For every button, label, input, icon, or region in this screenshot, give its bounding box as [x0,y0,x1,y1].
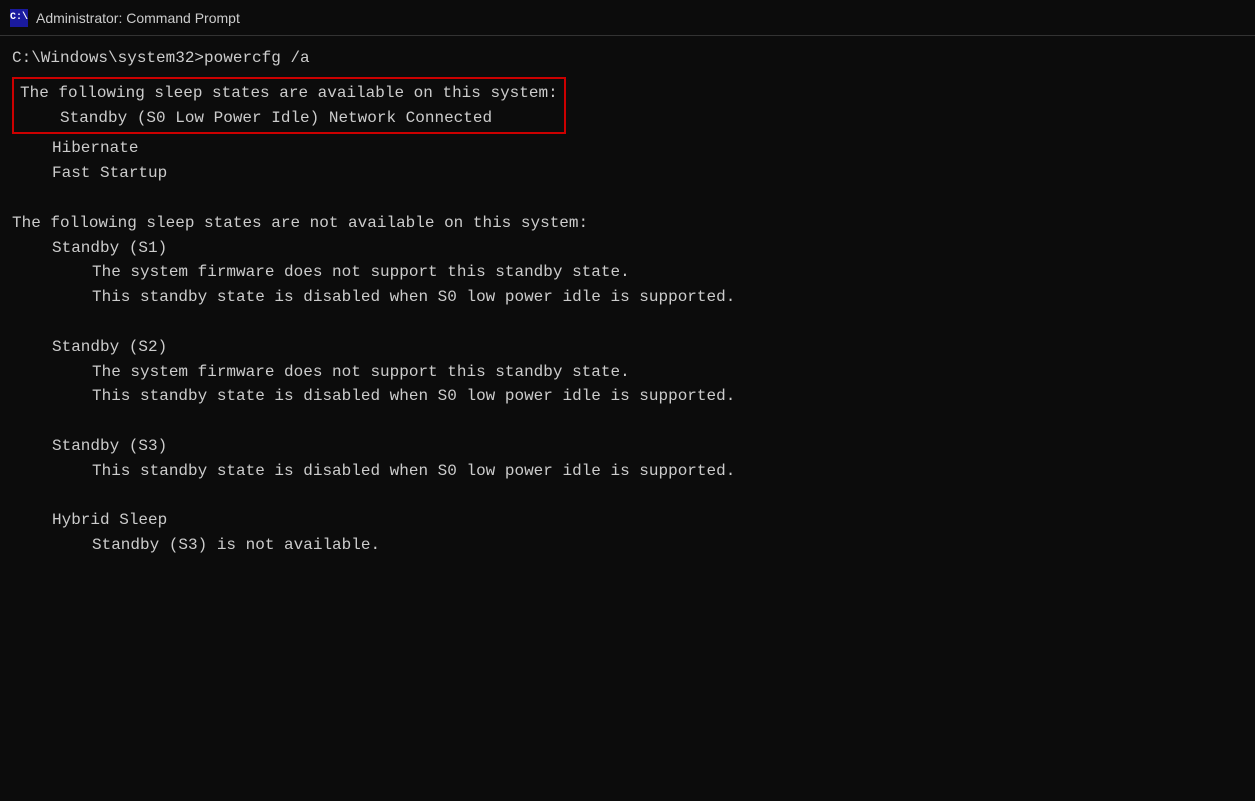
window-title: Administrator: Command Prompt [36,10,240,26]
s2-reason2-line: This standby state is disabled when S0 l… [12,384,1243,409]
standby-s3-line: Standby (S3) [12,434,1243,459]
not-available-header: The following sleep states are not avail… [12,211,1243,236]
hybrid-sleep-line: Hybrid Sleep [12,508,1243,533]
command-line: C:\Windows\system32>powercfg /a [12,46,1243,71]
hybrid-reason1-line: Standby (S3) is not available. [12,533,1243,558]
blank-line-4 [12,484,1243,509]
s1-reason2-line: This standby state is disabled when S0 l… [12,285,1243,310]
standby-s1-line: Standby (S1) [12,236,1243,261]
s2-reason1-line: The system firmware does not support thi… [12,360,1243,385]
available-header: The following sleep states are available… [20,81,558,106]
s1-reason1-line: The system firmware does not support thi… [12,260,1243,285]
blank-line-3 [12,409,1243,434]
highlight-block: The following sleep states are available… [12,77,566,135]
blank-line-2 [12,310,1243,335]
standby-s0: Standby (S0 Low Power Idle) Network Conn… [20,106,558,131]
terminal-body: C:\Windows\system32>powercfg /a The foll… [0,36,1255,568]
hibernate-line: Hibernate [12,136,1243,161]
fast-startup-line: Fast Startup [12,161,1243,186]
standby-s2-line: Standby (S2) [12,335,1243,360]
cmd-icon: C:\ [10,9,28,27]
s3-reason1-line: This standby state is disabled when S0 l… [12,459,1243,484]
blank-line-1 [12,186,1243,211]
title-bar: C:\ Administrator: Command Prompt [0,0,1255,36]
